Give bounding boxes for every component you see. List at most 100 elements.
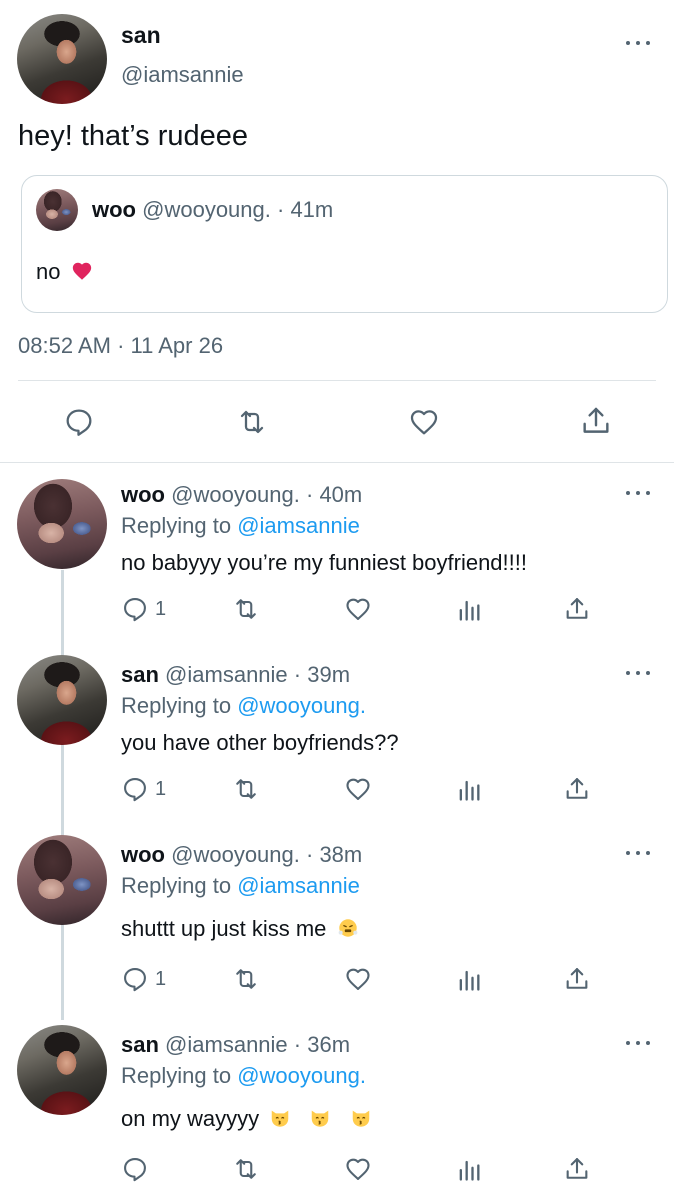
more-icon[interactable] xyxy=(626,1038,650,1048)
reply-header: woo @wooyoung. · 40m xyxy=(121,481,362,509)
steam-face-emoji xyxy=(338,919,357,937)
share-icon xyxy=(566,968,588,989)
quoted-name: woo xyxy=(92,197,136,222)
like-icon xyxy=(346,968,370,990)
replying-to: Replying to @iamsannie xyxy=(121,512,360,540)
replying-to-link[interactable]: @iamsannie xyxy=(237,513,360,538)
reply-handle[interactable]: @wooyoung. xyxy=(171,842,300,867)
share-icon xyxy=(566,598,588,619)
replying-to: Replying to @wooyoung. xyxy=(121,692,366,720)
reply-icon xyxy=(124,1158,146,1182)
reply-name[interactable]: woo xyxy=(121,842,165,867)
reply-header: woo @wooyoung. · 38m xyxy=(121,841,362,869)
share-button[interactable] xyxy=(563,1154,591,1184)
reply-button[interactable]: 1 xyxy=(121,775,166,803)
like-icon xyxy=(346,1158,370,1180)
reply-name[interactable]: san xyxy=(121,1032,159,1057)
reply-avatar[interactable] xyxy=(17,835,107,925)
like-icon xyxy=(410,410,438,435)
reply-handle[interactable]: @iamsannie xyxy=(165,1032,288,1057)
share-button[interactable] xyxy=(563,774,591,804)
quoted-time: · 41m xyxy=(277,197,334,222)
like-button[interactable] xyxy=(343,595,373,623)
retweet-button[interactable] xyxy=(231,965,261,993)
retweet-icon xyxy=(236,969,256,989)
reply-button[interactable] xyxy=(121,1155,155,1183)
retweet-button[interactable] xyxy=(231,1155,261,1183)
reply-text: you have other boyfriends?? xyxy=(121,730,399,755)
reply-avatar[interactable] xyxy=(17,1025,107,1115)
heart-emoji xyxy=(72,262,91,280)
retweet-button[interactable] xyxy=(231,775,261,803)
quoted-handle: @wooyoung. xyxy=(142,197,271,222)
share-icon xyxy=(583,407,609,433)
analytics-icon xyxy=(459,780,480,801)
replying-to: Replying to @wooyoung. xyxy=(121,1062,366,1090)
replying-to-link[interactable]: @wooyoung. xyxy=(237,693,366,718)
more-icon[interactable] xyxy=(626,488,650,498)
replying-to: Replying to @iamsannie xyxy=(121,872,360,900)
reply-icon xyxy=(124,968,146,992)
tweet-text: hey! that’s rudeee xyxy=(18,120,249,152)
quoted-tweet[interactable]: woo @wooyoung. · 41m no xyxy=(21,175,668,313)
author-avatar[interactable] xyxy=(17,14,107,104)
kissing-cat-emoji xyxy=(272,1110,289,1127)
reply-tweet[interactable]: san @iamsannie · 36m Replying to @wooyou… xyxy=(0,1013,674,1193)
reply-name[interactable]: woo xyxy=(121,482,165,507)
share-button[interactable] xyxy=(563,964,591,994)
replying-prefix: Replying to xyxy=(121,1063,232,1088)
reply-button[interactable]: 1 xyxy=(121,595,166,623)
analytics-button[interactable] xyxy=(455,1155,483,1183)
like-button[interactable] xyxy=(343,775,373,803)
reply-count: 1 xyxy=(155,777,167,800)
analytics-button[interactable] xyxy=(455,775,483,803)
retweet-icon xyxy=(236,599,256,619)
replying-prefix: Replying to xyxy=(121,693,232,718)
reply-avatar[interactable] xyxy=(17,655,107,745)
author-handle[interactable]: @iamsannie xyxy=(121,60,244,90)
retweet-icon xyxy=(236,779,256,799)
reply-text: shuttt up just kiss me xyxy=(121,916,327,941)
reply-tweet[interactable]: san @iamsannie · 39m Replying to @wooyou… xyxy=(0,643,674,823)
retweet-button[interactable] xyxy=(235,406,269,438)
analytics-icon xyxy=(459,1160,480,1181)
reply-button[interactable]: 1 xyxy=(121,965,166,993)
reply-icon xyxy=(124,598,146,622)
reply-button[interactable] xyxy=(63,406,95,438)
reply-time: · 36m xyxy=(293,1032,351,1057)
replying-to-link[interactable]: @wooyoung. xyxy=(237,1063,366,1088)
reply-icon xyxy=(124,778,146,802)
reply-count: 1 xyxy=(155,597,167,620)
more-icon[interactable] xyxy=(626,848,650,858)
retweet-button[interactable] xyxy=(231,595,261,623)
like-button[interactable] xyxy=(343,965,373,993)
kissing-cat-emoji xyxy=(352,1110,369,1127)
like-button[interactable] xyxy=(407,406,441,438)
reply-tweet[interactable]: woo @wooyoung. · 40m Replying to @iamsan… xyxy=(0,463,674,643)
reply-tweet[interactable]: woo @wooyoung. · 38m Replying to @iamsan… xyxy=(0,823,674,1003)
like-icon xyxy=(346,778,370,800)
share-button[interactable] xyxy=(579,404,613,438)
analytics-icon xyxy=(459,970,480,991)
main-tweet: san @iamsannie hey! that’s rudeee woo @w… xyxy=(0,0,674,463)
quoted-header: woo @wooyoung. · 41m xyxy=(92,196,333,224)
analytics-button[interactable] xyxy=(455,965,483,993)
replying-prefix: Replying to xyxy=(121,873,232,898)
like-button[interactable] xyxy=(343,1155,373,1183)
reply-avatar[interactable] xyxy=(17,479,107,569)
quoted-text: no xyxy=(36,259,61,284)
reply-time: · 39m xyxy=(293,662,351,687)
reply-name[interactable]: san xyxy=(121,662,159,687)
share-icon xyxy=(566,1158,588,1179)
more-icon[interactable] xyxy=(626,668,650,678)
tweet-timestamp: 08:52 AM · 11 Apr 26 xyxy=(18,333,224,358)
analytics-button[interactable] xyxy=(455,595,483,623)
author-name[interactable]: san xyxy=(121,20,161,50)
share-button[interactable] xyxy=(563,594,591,624)
replying-to-link[interactable]: @iamsannie xyxy=(237,873,360,898)
quoted-avatar xyxy=(36,189,78,231)
replying-prefix: Replying to xyxy=(121,513,232,538)
more-icon[interactable] xyxy=(626,38,650,48)
reply-handle[interactable]: @wooyoung. xyxy=(171,482,300,507)
reply-handle[interactable]: @iamsannie xyxy=(165,662,288,687)
